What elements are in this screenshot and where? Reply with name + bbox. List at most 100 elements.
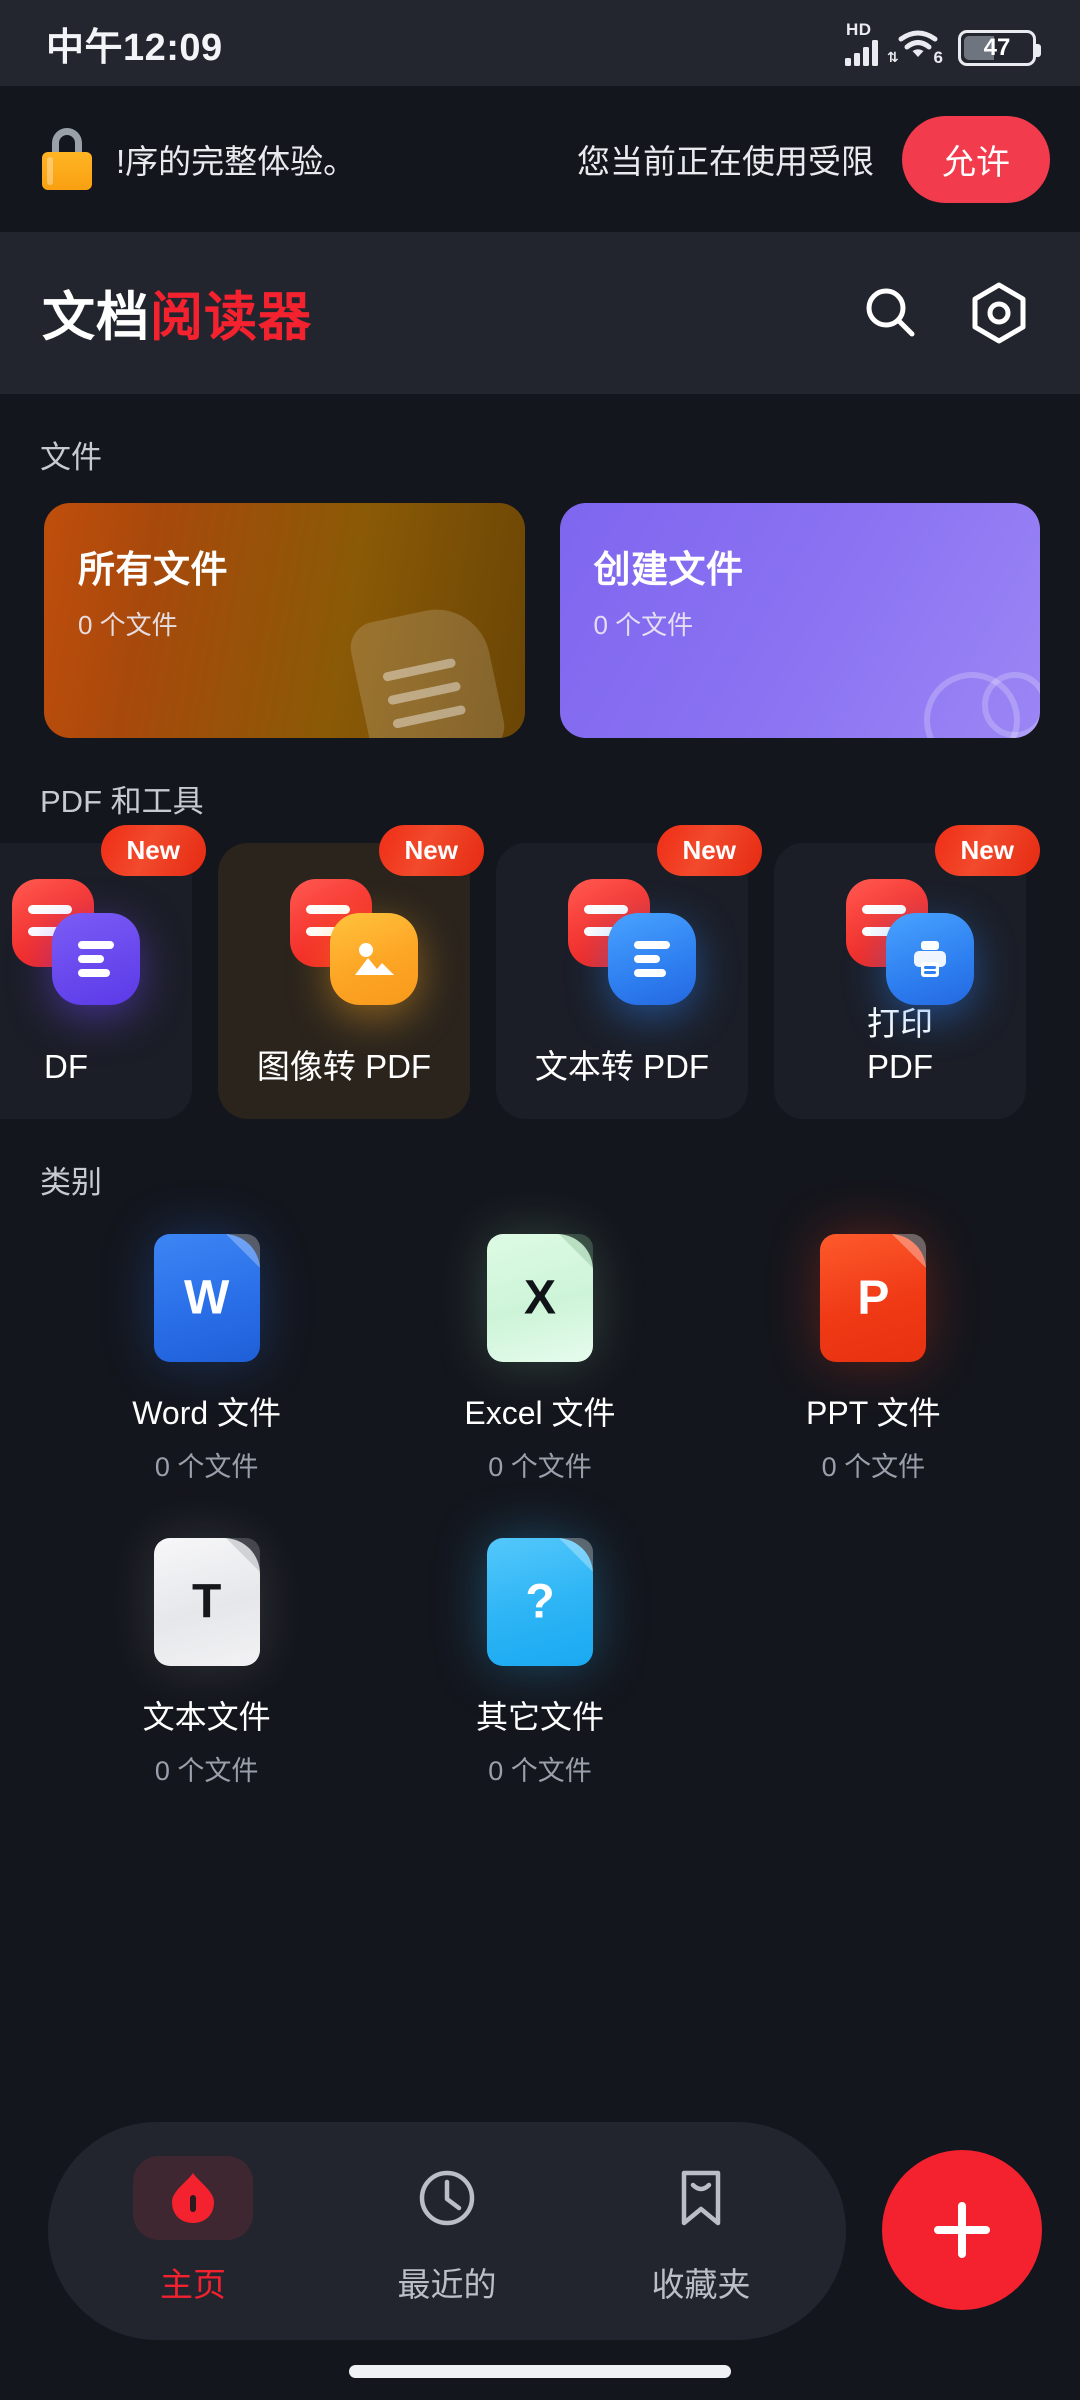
print-pdf-icon (774, 879, 1026, 1009)
new-badge: New (378, 825, 484, 876)
bottom-navigation: 主页 最近的 收藏夹 (48, 2122, 846, 2340)
create-file-title: 创建文件 (593, 549, 744, 590)
settings-hex-glyph (972, 282, 1026, 344)
tool-label: DF (44, 1048, 88, 1086)
category-count: 0 个文件 (488, 1452, 592, 1482)
doc-to-pdf-icon (0, 879, 192, 1009)
nav-label: 主页 (160, 2266, 226, 2303)
text-glyph: T (191, 1575, 222, 1629)
home-indicator[interactable] (349, 2365, 731, 2378)
main-content: 文件 所有文件 0 个文件 创建文件 0 个文件 PDF 和工具 New DF … (0, 394, 1080, 2104)
category-item-word[interactable]: W Word 文件 0 个文件 (40, 1234, 373, 1484)
tool-card-image-to-pdf[interactable]: New 图像转 PDF (218, 825, 484, 1119)
bottom-bar: 主页 最近的 收藏夹 (0, 2104, 1080, 2400)
nav-label: 最近的 (397, 2266, 497, 2303)
permission-message: !序的完整体验。 您当前正在使用受限 (116, 129, 882, 189)
create-file-count: 0 个文件 (593, 610, 694, 640)
tool-label: 图像转 PDF (256, 1048, 432, 1086)
category-name: PPT 文件 (806, 1395, 941, 1431)
lock-icon (38, 128, 96, 190)
photo-glyph (355, 943, 394, 975)
all-files-title: 所有文件 (78, 549, 228, 590)
tool-label: 打印 PDF (867, 1005, 933, 1086)
purple-badge-icon (52, 913, 140, 1005)
text-to-pdf-icon (496, 879, 748, 1009)
app-screen: 中午12:09 HD ⇅ 6 47 !序的完整体验。 您当前正在使用受限 允许 … (0, 0, 1080, 2400)
search-glyph (866, 288, 915, 337)
pdf-tools-row[interactable]: New DF New 图像转 PDF New 文本转 PDF New 打印 PD… (0, 821, 1080, 1119)
new-badge: New (656, 825, 762, 876)
category-item-text[interactable]: T 文本文件 0 个文件 (40, 1538, 373, 1788)
header-action-group (858, 280, 1032, 346)
category-item-ppt[interactable]: P PPT 文件 0 个文件 (707, 1234, 1040, 1484)
clock-icon (387, 2156, 507, 2240)
wifi-transfer-icon: ⇅ (887, 48, 899, 65)
signal-bars (845, 39, 878, 66)
lines-glyph (634, 935, 670, 983)
status-bar: 中午12:09 HD ⇅ 6 47 (0, 0, 1080, 86)
wifi-glyph (898, 30, 938, 57)
wifi-icon: ⇅ 6 (887, 30, 943, 67)
lines-glyph (78, 935, 114, 983)
create-file-card[interactable]: 创建文件 0 个文件 (559, 503, 1040, 738)
settings-hex-icon[interactable] (966, 280, 1032, 346)
home-glyph (172, 2173, 214, 2223)
category-count: 0 个文件 (821, 1452, 926, 1482)
wifi-generation-label: 6 (933, 47, 943, 67)
bookmark-icon (641, 2156, 761, 2240)
permission-message-left: !序的完整体验。 (116, 143, 357, 180)
tools-section-label: PDF 和工具 (40, 784, 204, 819)
page-title: 文档阅读器 (42, 275, 312, 351)
new-badge: New (100, 825, 206, 876)
app-title-primary: 文档 (42, 288, 150, 347)
text-file-icon: T (153, 1538, 260, 1666)
battery-percent: 47 (983, 33, 1011, 61)
other-file-icon: ? (486, 1538, 593, 1666)
excel-file-icon: X (486, 1234, 593, 1362)
permission-message-right: 您当前正在使用受限 (577, 143, 874, 180)
category-count: 0 个文件 (488, 1756, 592, 1786)
image-badge-icon (330, 913, 418, 1005)
file-cards-row: 所有文件 0 个文件 创建文件 0 个文件 (0, 477, 1080, 738)
text-badge-icon (608, 913, 696, 1005)
add-file-fab[interactable] (882, 2150, 1042, 2310)
category-count: 0 个文件 (154, 1452, 259, 1482)
categories-section-label: 类别 (40, 1165, 102, 1200)
other-glyph: ? (525, 1575, 555, 1629)
tool-card-print-pdf[interactable]: New 打印 PDF (774, 825, 1040, 1119)
ppt-file-icon: P (820, 1234, 927, 1362)
permission-banner[interactable]: !序的完整体验。 您当前正在使用受限 允许 (0, 86, 1080, 232)
signal-icon: HD (845, 21, 878, 66)
app-header: 文档阅读器 (0, 232, 1080, 394)
printer-badge-icon (886, 913, 974, 1005)
category-item-other[interactable]: ? 其它文件 0 个文件 (373, 1538, 706, 1788)
allow-permission-button[interactable]: 允许 (902, 115, 1050, 203)
categories-grid: W Word 文件 0 个文件 X Excel 文件 0 个文件 P PPT 文… (0, 1202, 1080, 1788)
tool-card-text-to-pdf[interactable]: New 文本转 PDF (496, 825, 762, 1119)
category-name: Word 文件 (132, 1395, 282, 1431)
circles-watermark (924, 672, 1040, 738)
battery-icon: 47 (958, 29, 1041, 66)
home-icon (133, 2156, 253, 2240)
category-name: Excel 文件 (464, 1395, 616, 1431)
app-title-accent: 阅读器 (150, 288, 312, 347)
hd-label: HD (846, 19, 872, 39)
category-item-excel[interactable]: X Excel 文件 0 个文件 (373, 1234, 706, 1484)
excel-glyph: X (523, 1271, 556, 1325)
category-name: 文本文件 (142, 1699, 271, 1735)
status-time: 中午12:09 (46, 26, 223, 69)
status-icon-group: HD ⇅ 6 47 (845, 21, 1041, 67)
nav-item-home[interactable]: 主页 (93, 2156, 293, 2306)
tool-card-doc-to-pdf[interactable]: New DF (0, 825, 206, 1119)
tool-label: 文本转 PDF (534, 1048, 710, 1086)
all-files-card[interactable]: 所有文件 0 个文件 (44, 503, 525, 738)
search-icon[interactable] (858, 280, 924, 346)
nav-item-favorites[interactable]: 收藏夹 (601, 2156, 801, 2306)
files-section-label: 文件 (40, 440, 102, 475)
image-to-pdf-icon (218, 879, 470, 1009)
bookmark-glyph (681, 2170, 721, 2226)
word-glyph: W (184, 1271, 230, 1325)
nav-label: 收藏夹 (651, 2266, 751, 2303)
plus-icon (934, 2202, 990, 2258)
nav-item-recent[interactable]: 最近的 (347, 2156, 547, 2306)
